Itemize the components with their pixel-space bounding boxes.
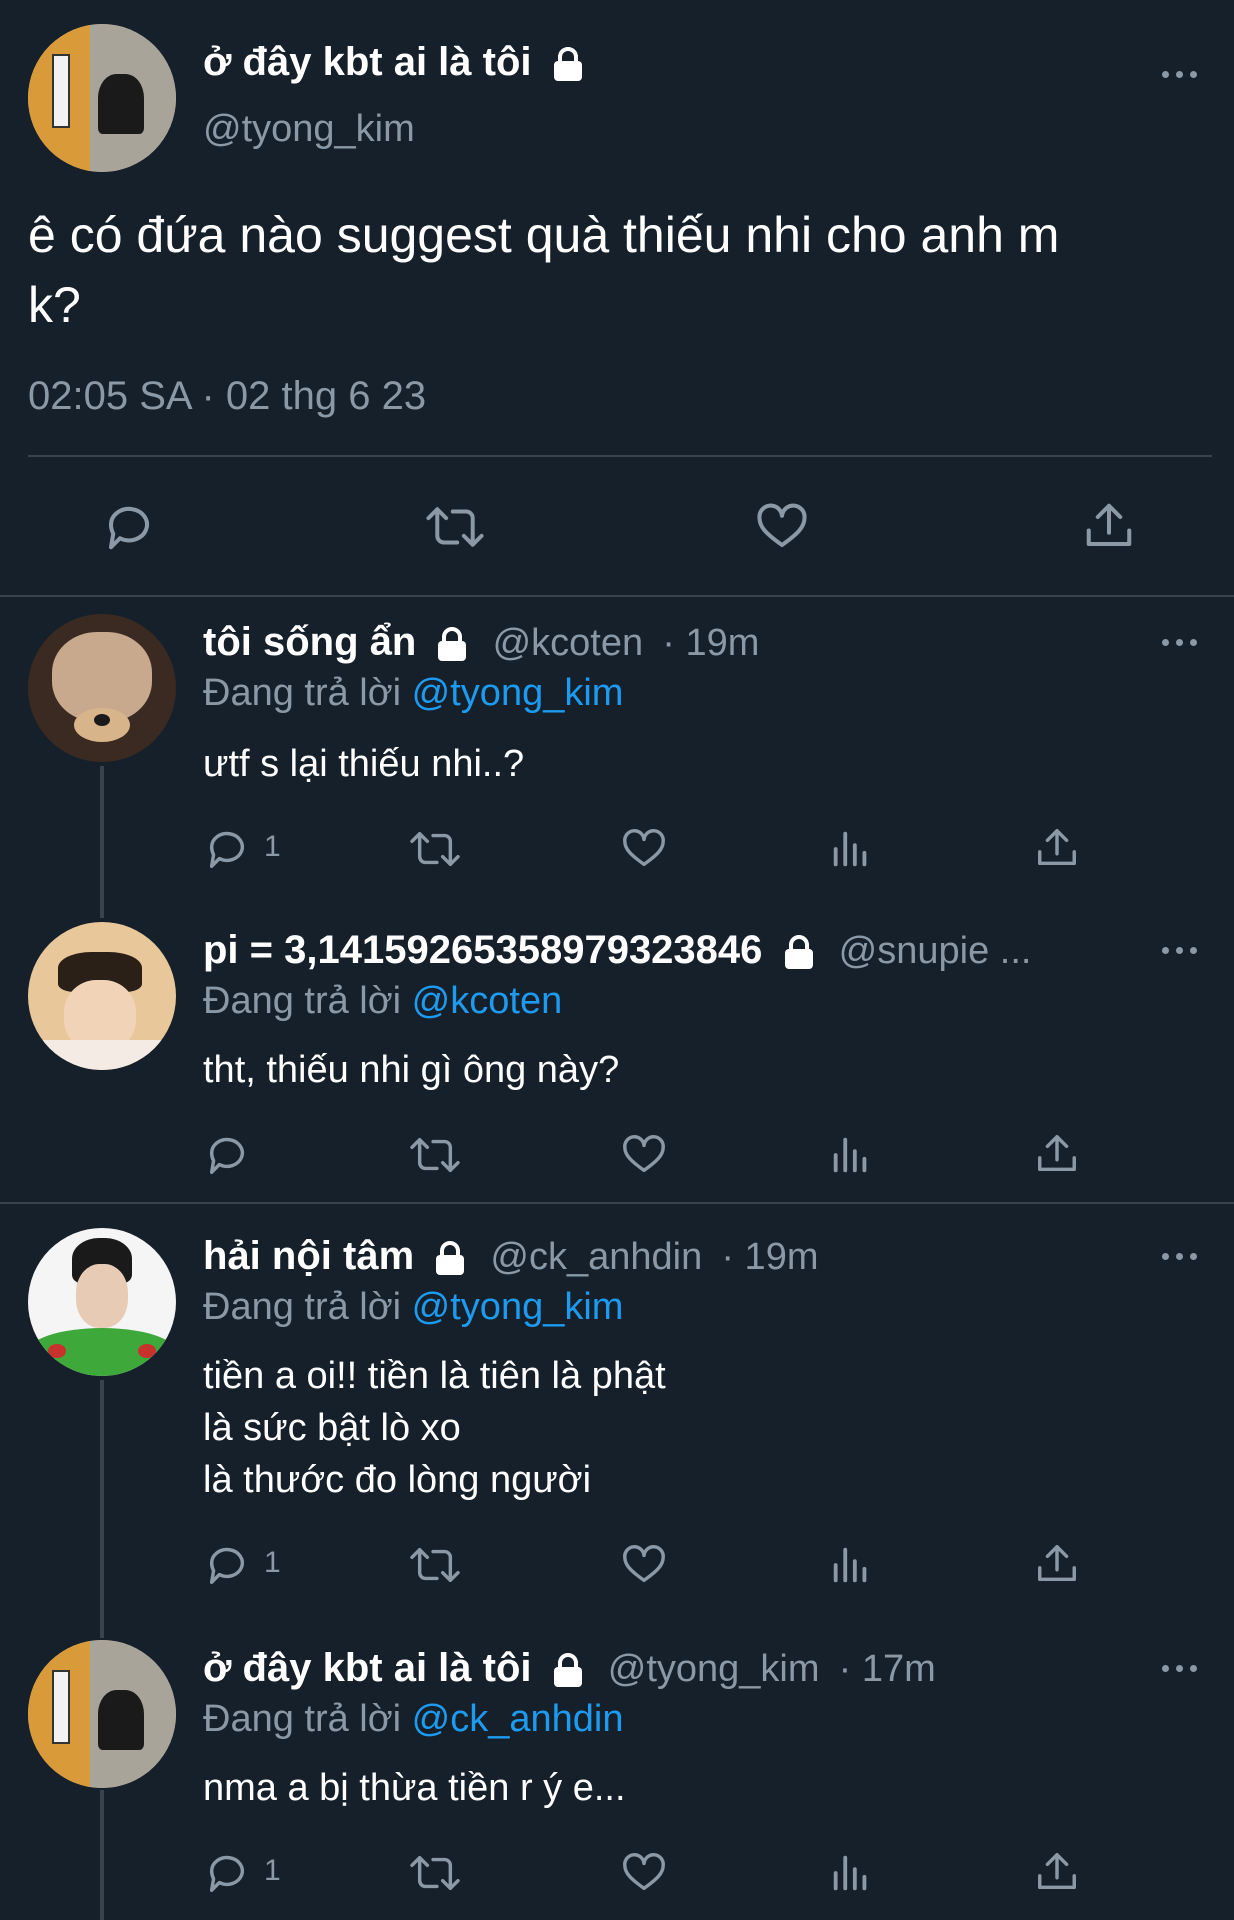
share-icon[interactable] [1034,1540,1080,1588]
analytics-icon[interactable] [828,826,874,872]
display-name[interactable]: hải nội tâm [203,1234,414,1278]
retweet-icon[interactable] [408,1850,462,1896]
lock-icon [436,1241,465,1276]
tweet-text-line: ê có đứa nào suggest quà thiếu nhi cho a… [28,207,1060,263]
thread-line [100,1790,104,1920]
thread-line [100,1380,104,1638]
display-name-text: ở đây kbt ai là tôi [203,40,532,84]
retweet-icon[interactable] [408,1542,462,1588]
display-name[interactable]: tôi sống ẩn [203,620,416,664]
handle[interactable]: @snupie ... [839,930,1032,972]
analytics-icon[interactable] [828,1850,874,1896]
share-icon[interactable] [1034,1130,1080,1178]
reply-icon[interactable] [204,1850,250,1896]
display-name[interactable]: ở đây kbt ai là tôi [203,40,585,85]
retweet-icon[interactable] [424,500,486,554]
replying-to: Đang trả lời @tyong_kim [203,1286,623,1329]
thread-line [100,766,104,918]
reply-text-line: là thước đo lòng người [203,1459,592,1501]
reply-count: 1 [264,830,281,863]
replying-to-mention[interactable]: @kcoten [412,980,563,1022]
lock-icon [553,47,582,82]
timestamp[interactable]: 02:05 SA · 02 thg 6 23 [28,374,426,419]
like-icon[interactable] [620,1542,668,1588]
handle[interactable]: @tyong_kim [608,1648,820,1690]
share-icon[interactable] [1034,1848,1080,1896]
replying-to: Đang trả lời @kcoten [203,980,562,1023]
replying-to: Đang trả lời @ck_anhdin [203,1698,624,1741]
relative-time[interactable]: · 17m [839,1648,936,1690]
lock-icon [784,935,813,970]
reply-icon[interactable] [204,1132,250,1178]
more-icon[interactable] [1160,1660,1200,1674]
reply-text: ưtf s lại thiếu nhi..? [203,738,524,790]
divider [0,1202,1234,1204]
reply-text: tiền a oi!! tiền là tiên là phật là sức … [203,1350,666,1506]
handle[interactable]: @ck_anhdin [490,1236,702,1278]
replying-to-mention[interactable]: @ck_anhdin [412,1698,624,1740]
share-icon[interactable] [1082,498,1136,554]
reply-text-line: là sức bật lò xo [203,1407,461,1449]
tweet-text-line: k? [28,277,81,333]
display-name[interactable]: pi = 3,14159265358979323846 [203,928,762,972]
reply-text-line: tht, thiếu nhi gì ông này? [203,1049,620,1091]
analytics-icon[interactable] [828,1132,874,1178]
replying-to-label: Đang trả lời [203,980,402,1022]
reply-icon[interactable] [102,500,156,554]
reply-text: tht, thiếu nhi gì ông này? [203,1044,619,1096]
divider [0,595,1234,597]
more-icon[interactable] [1160,634,1200,648]
like-icon[interactable] [754,500,810,554]
lock-icon [438,627,467,662]
share-icon[interactable] [1034,824,1080,872]
retweet-icon[interactable] [408,826,462,872]
lock-icon [553,1653,582,1688]
like-icon[interactable] [620,1132,668,1178]
replying-to-label: Đang trả lời [203,672,402,714]
reply-header: hải nội tâm @ck_anhdin · 19m [203,1234,818,1279]
reply-header: pi = 3,14159265358979323846 @snupie ... [203,928,1031,973]
avatar[interactable] [28,614,176,762]
like-icon[interactable] [620,826,668,872]
relative-time[interactable]: · 19m [721,1236,818,1278]
avatar[interactable] [28,1228,176,1376]
reply-count: 1 [264,1854,281,1887]
tweet-text: ê có đứa nào suggest quà thiếu nhi cho a… [28,200,1059,340]
like-icon[interactable] [620,1850,668,1896]
more-icon[interactable] [1160,66,1200,80]
more-icon[interactable] [1160,1248,1200,1262]
reply-text: nma a bị thừa tiền r ý e... [203,1762,626,1814]
display-name[interactable]: ở đây kbt ai là tôi [203,1646,532,1690]
reply-count: 1 [264,1546,281,1579]
avatar[interactable] [28,922,176,1070]
analytics-icon[interactable] [828,1542,874,1588]
relative-time[interactable]: · 19m [662,622,759,664]
reply-icon[interactable] [204,1542,250,1588]
replying-to-label: Đang trả lời [203,1286,402,1328]
replying-to: Đang trả lời @tyong_kim [203,672,623,715]
reply-text-line: ưtf s lại thiếu nhi..? [203,743,525,785]
handle[interactable]: @tyong_kim [203,108,415,151]
replying-to-label: Đang trả lời [203,1698,402,1740]
replying-to-mention[interactable]: @tyong_kim [412,1286,624,1328]
handle[interactable]: @kcoten [493,622,644,664]
divider [28,455,1212,457]
avatar[interactable] [28,24,176,172]
reply-icon[interactable] [204,826,250,872]
retweet-icon[interactable] [408,1132,462,1178]
reply-header: ở đây kbt ai là tôi @tyong_kim · 17m [203,1646,936,1691]
reply-text-line: nma a bị thừa tiền r ý e... [203,1767,626,1809]
reply-text-line: tiền a oi!! tiền là tiên là phật [203,1355,666,1397]
replying-to-mention[interactable]: @tyong_kim [412,672,624,714]
more-icon[interactable] [1160,942,1200,956]
avatar[interactable] [28,1640,176,1788]
reply-header: tôi sống ẩn @kcoten · 19m [203,620,759,665]
